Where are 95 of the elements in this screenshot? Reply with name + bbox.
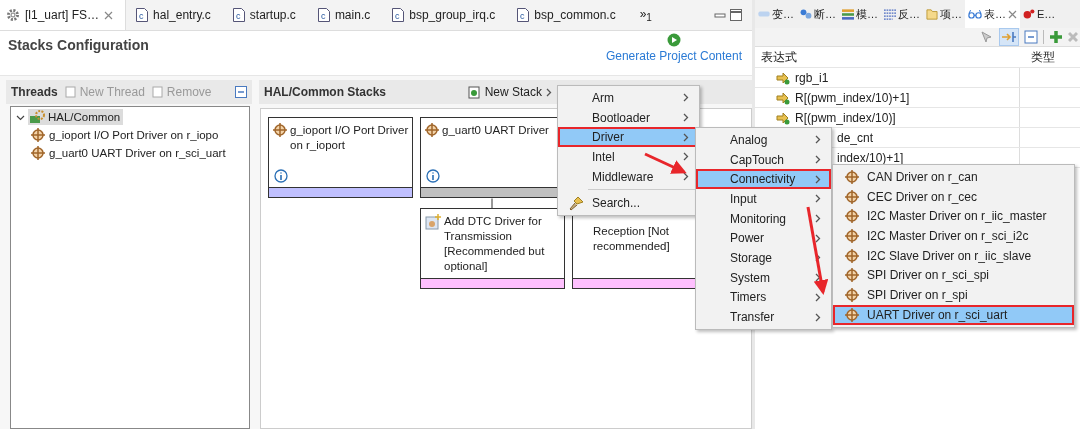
document-icon bbox=[151, 86, 164, 98]
menu-item[interactable]: I2C Master Driver on r_iic_master bbox=[833, 206, 1074, 227]
list-icon bbox=[884, 8, 896, 20]
flashlight-icon bbox=[569, 195, 585, 212]
close-icon[interactable] bbox=[104, 10, 114, 20]
chevron-icon bbox=[546, 87, 552, 97]
c-file-icon: c bbox=[392, 8, 405, 22]
expression-cell[interactable]: rgb_i1 bbox=[755, 68, 1019, 87]
collapse-icon[interactable] bbox=[235, 86, 247, 98]
add-stack-icon bbox=[467, 85, 481, 99]
modules-icon bbox=[842, 8, 854, 20]
menu-item[interactable]: Arm bbox=[558, 88, 699, 108]
dtc-card[interactable]: Add DTC Driver for Transmission [Recommended but optional] bbox=[420, 208, 565, 289]
document-icon bbox=[64, 86, 77, 98]
info-icon[interactable] bbox=[426, 169, 440, 183]
new-stack-button[interactable]: New Stack bbox=[467, 85, 552, 99]
view-tab[interactable]: 断… bbox=[797, 0, 839, 28]
glasses-icon bbox=[968, 8, 982, 20]
menu-item[interactable]: CAN Driver on r_can bbox=[833, 167, 1074, 187]
menu-item[interactable]: CapTouch bbox=[696, 149, 831, 170]
add-driver-icon bbox=[425, 214, 441, 230]
crosshair-icon bbox=[425, 123, 439, 137]
editor-tab[interactable]: c startup.c bbox=[226, 0, 308, 30]
crosshair-icon bbox=[845, 248, 859, 263]
gear-folder-icon bbox=[29, 110, 45, 124]
crosshair-icon bbox=[845, 307, 859, 322]
view-tab[interactable]: 项… bbox=[923, 0, 965, 28]
card-title: Reception [Not recommended] bbox=[593, 224, 671, 254]
editor-tab[interactable]: c bsp_common.c bbox=[511, 0, 628, 30]
tab-overflow-button[interactable]: »$_{1}$ bbox=[631, 6, 660, 24]
tree-item[interactable]: HAL/Common bbox=[28, 109, 124, 125]
c-file-icon: c bbox=[517, 8, 530, 22]
select-icon[interactable] bbox=[980, 30, 994, 44]
expression-cell[interactable]: R[(pwm_index/10)] bbox=[755, 108, 1019, 127]
breakpoint-icon bbox=[800, 9, 812, 19]
crosshair-icon bbox=[273, 123, 287, 137]
menu-item[interactable]: Analog bbox=[696, 130, 831, 150]
panel-title: HAL/Common Stacks bbox=[264, 85, 387, 99]
view-tab[interactable]: 变… bbox=[755, 0, 797, 28]
c-file-icon: c bbox=[136, 8, 149, 22]
add-icon[interactable] bbox=[1049, 30, 1063, 44]
expression-cell[interactable]: R[(pwm_index/10)+1] bbox=[755, 88, 1019, 107]
c-file-icon: c bbox=[232, 8, 245, 22]
crosshair-icon bbox=[31, 128, 45, 142]
connector-line bbox=[491, 198, 493, 209]
variable-icon bbox=[758, 10, 770, 18]
card-title: g_ioport I/O Port Driver on r_ioport bbox=[290, 123, 409, 153]
menu-item[interactable]: I2C Master Driver on r_sci_i2c bbox=[833, 226, 1074, 246]
watch-expression-icon bbox=[775, 70, 791, 85]
c-file-icon: c bbox=[317, 8, 330, 22]
menu-item[interactable]: UART Driver on r_sci_uart bbox=[833, 304, 1074, 325]
menu-item[interactable]: Connectivity bbox=[696, 169, 831, 190]
annotation-arrow bbox=[644, 152, 687, 174]
maximize-icon[interactable] bbox=[730, 9, 742, 21]
menu-item[interactable]: Transfer bbox=[696, 307, 831, 327]
error-icon bbox=[1023, 9, 1035, 19]
panel-title: Threads bbox=[11, 85, 58, 99]
folder-icon bbox=[926, 8, 938, 20]
tree-item[interactable]: g_ioport I/O Port Driver on r_iopo bbox=[31, 126, 219, 144]
tree-item[interactable]: g_uart0 UART Driver on r_sci_uart bbox=[31, 144, 226, 162]
page-title: Stacks Configuration bbox=[8, 37, 149, 53]
crosshair-icon bbox=[31, 146, 45, 160]
menu-item[interactable]: I2C Slave Driver on r_iic_slave bbox=[833, 245, 1074, 266]
crosshair-icon bbox=[845, 287, 859, 302]
view-tab[interactable]: 反… bbox=[881, 0, 923, 28]
generate-project-content-link[interactable]: Generate Project Content bbox=[605, 49, 742, 63]
gear-icon bbox=[6, 8, 20, 22]
editor-tab[interactable]: c hal_entry.c bbox=[130, 0, 223, 30]
watch-expression-icon bbox=[775, 90, 791, 105]
view-tab[interactable]: E… bbox=[1020, 0, 1059, 28]
card-title: g_uart0 UART Driver bbox=[442, 123, 549, 138]
crosshair-icon bbox=[845, 228, 859, 243]
watch-expression-icon bbox=[775, 110, 791, 125]
crosshair-icon bbox=[845, 209, 859, 224]
column-header[interactable]: 类型 bbox=[1025, 48, 1055, 66]
module-card[interactable]: g_ioport I/O Port Driver on r_ioport bbox=[268, 117, 413, 198]
close-icon[interactable] bbox=[1008, 9, 1017, 19]
menu-item[interactable]: Input bbox=[696, 189, 831, 209]
play-icon[interactable] bbox=[666, 33, 681, 47]
crosshair-icon bbox=[845, 268, 859, 283]
card-title: Add DTC Driver for Transmission [Recommended but optional] bbox=[444, 214, 546, 274]
editor-tab[interactable]: [l1_uart] FS… bbox=[0, 0, 127, 30]
editor-tab[interactable]: c bsp_group_irq.c bbox=[386, 0, 508, 30]
editor-tab[interactable]: c main.c bbox=[311, 0, 383, 30]
collapse-icon[interactable] bbox=[1024, 30, 1038, 44]
crosshair-icon bbox=[845, 189, 859, 204]
view-tab[interactable]: 模… bbox=[839, 0, 881, 28]
menu-item[interactable]: CEC Driver on r_cec bbox=[833, 186, 1074, 207]
view-tab[interactable]: 表… bbox=[965, 0, 1020, 28]
info-icon[interactable] bbox=[274, 169, 288, 183]
menu-item[interactable]: SPI Driver on r_sci_spi bbox=[833, 265, 1074, 286]
column-header[interactable]: 表达式 bbox=[755, 48, 1025, 66]
menu-item[interactable]: Timers bbox=[696, 287, 831, 308]
menu-item[interactable]: SPI Driver on r_spi bbox=[833, 285, 1074, 305]
crosshair-icon bbox=[845, 169, 859, 184]
